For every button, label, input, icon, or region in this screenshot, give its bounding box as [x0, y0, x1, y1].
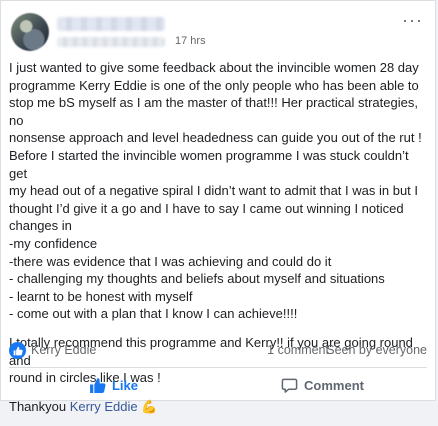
thumbs-up-icon	[13, 346, 23, 355]
like-label: Like	[111, 377, 138, 393]
seen-by-status[interactable]: Seen by everyone	[326, 343, 427, 357]
body-line: my head out of a negative spiral I didn’…	[9, 183, 419, 199]
comment-button[interactable]: Comment	[218, 369, 427, 401]
post-timestamp[interactable]: 17 hrs	[175, 35, 206, 47]
more-options-icon[interactable]: ···	[402, 11, 423, 29]
comment-icon	[281, 378, 298, 393]
body-line: - learnt to be honest with myself	[9, 288, 193, 304]
avatar[interactable]	[11, 13, 49, 51]
comment-count[interactable]: 1 comment	[267, 343, 329, 357]
body-line: I just wanted to give some feedback abou…	[9, 60, 419, 75]
body-line: stop me bS myself as I am the master of …	[9, 95, 418, 128]
post-actions: Like Comment	[9, 369, 427, 401]
body-line: -there was evidence that I was achieving…	[9, 253, 332, 269]
comment-label: Comment	[304, 377, 364, 393]
divider	[9, 367, 427, 368]
body-line: nonsense approach and level headedness c…	[9, 130, 422, 146]
thumbs-up-icon	[90, 377, 106, 393]
like-button[interactable]: Like	[9, 369, 218, 401]
reactor-name[interactable]: Kerry Eddie	[31, 343, 96, 357]
body-line: -my confidence	[9, 235, 98, 251]
reaction-stats-bar: Kerry Eddie 1 comment Seen by everyone	[9, 341, 427, 361]
body-line: - come out with a plan that I know I can…	[9, 306, 298, 322]
feedback-paragraph: I just wanted to give some feedback abou…	[9, 59, 427, 323]
body-line: Before I started the invincible women pr…	[9, 147, 409, 181]
blurred-author-subtitle	[57, 37, 165, 47]
post-header: 17 hrs ···	[11, 11, 425, 53]
like-reaction-icon[interactable]	[9, 342, 26, 359]
blurred-author-name	[57, 17, 165, 31]
post-card: 17 hrs ··· I just wanted to give some fe…	[0, 0, 436, 414]
body-line: thought I’d give it a go and I have to s…	[9, 200, 404, 216]
body-line: - challenging my thoughts and beliefs ab…	[9, 271, 385, 287]
body-line: programme Kerry Eddie is one of the only…	[9, 77, 419, 93]
body-line: changes in	[9, 218, 72, 234]
